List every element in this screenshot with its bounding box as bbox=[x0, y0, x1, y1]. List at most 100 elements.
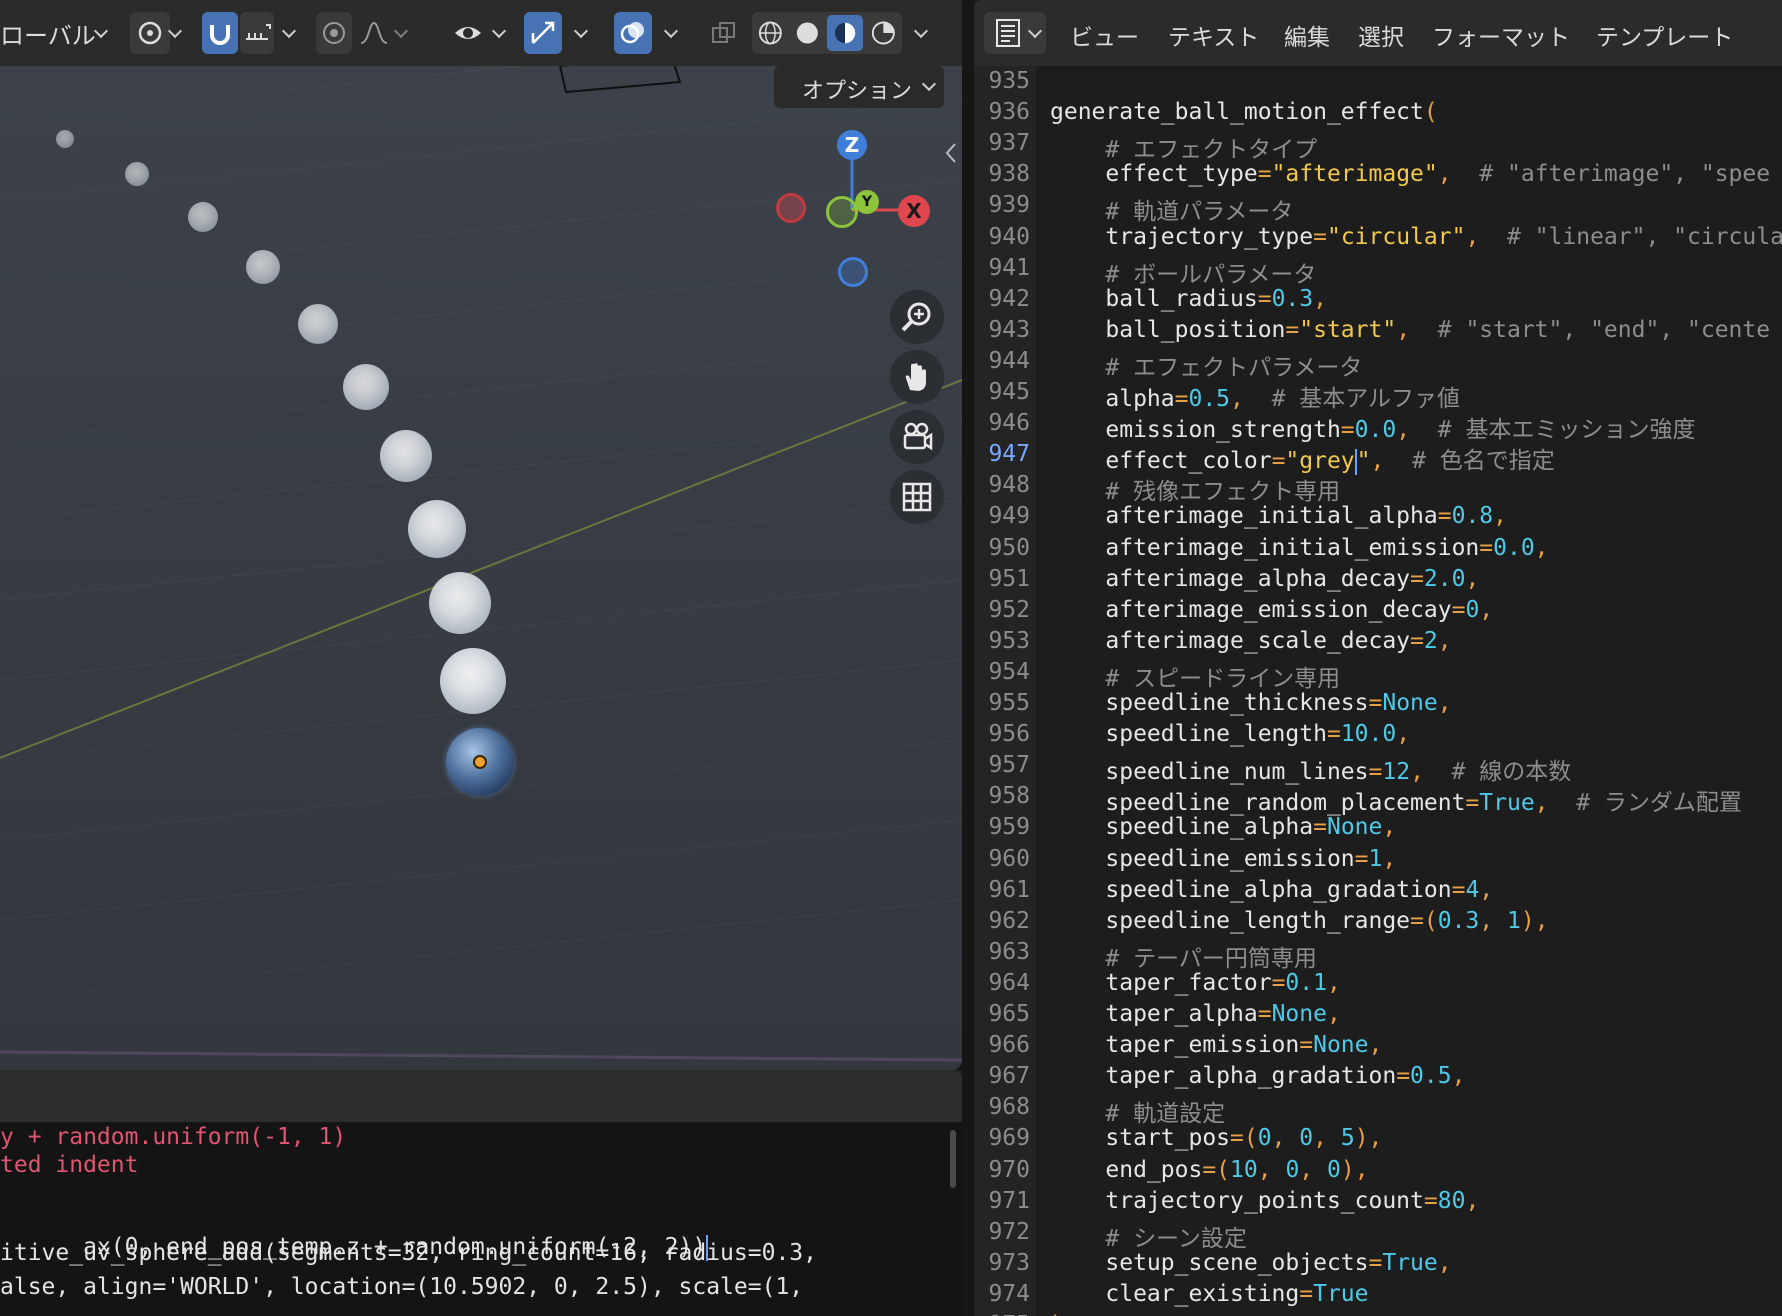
code-token: trajectory_points_count bbox=[1050, 1187, 1424, 1214]
code-line[interactable]: ) bbox=[1050, 1312, 1064, 1316]
code-line[interactable]: generate_ball_motion_effect( bbox=[1050, 99, 1438, 125]
code-token: # "start", "end", "cente bbox=[1410, 316, 1771, 343]
code-line[interactable]: # シーン設定 bbox=[1050, 1219, 1247, 1253]
code-line[interactable]: trajectory_type="circular", # "linear", … bbox=[1050, 224, 1782, 250]
code-line[interactable]: taper_emission=None, bbox=[1050, 1032, 1382, 1058]
gizmo-negative-x[interactable] bbox=[776, 193, 806, 223]
menu-item[interactable]: テキスト bbox=[1168, 18, 1259, 52]
pan-button[interactable] bbox=[890, 350, 944, 404]
code-line[interactable]: speedline_num_lines=12, # 線の本数 bbox=[1050, 752, 1571, 786]
code-line[interactable]: trajectory_points_count=80, bbox=[1050, 1188, 1479, 1214]
afterimage-ball[interactable] bbox=[343, 364, 389, 410]
code-line[interactable]: afterimage_scale_decay=2, bbox=[1050, 627, 1451, 654]
gizmo-negative-z[interactable] bbox=[838, 257, 868, 287]
code-line[interactable]: speedline_thickness=None, bbox=[1050, 690, 1452, 716]
code-token: ), bbox=[1354, 1125, 1383, 1152]
menu-item[interactable]: テンプレート bbox=[1596, 18, 1733, 52]
code-line[interactable]: speedline_length_range=(0.3, 1), bbox=[1050, 907, 1549, 934]
camera-view-button[interactable] bbox=[890, 410, 944, 464]
menu-item[interactable]: 選択 bbox=[1358, 18, 1404, 52]
code-token: ), bbox=[1520, 907, 1549, 934]
zoom-button[interactable] bbox=[890, 290, 944, 344]
ground-edge-line bbox=[0, 1050, 962, 1062]
code-token: "afterimage" bbox=[1271, 161, 1438, 188]
code-line[interactable]: setup_scene_objects=True, bbox=[1050, 1250, 1451, 1276]
code-line[interactable]: effect_color="grey", # 色名で指定 bbox=[1050, 441, 1555, 475]
gizmo-y-axis[interactable]: Y bbox=[855, 190, 879, 214]
code-line[interactable]: speedline_length=10.0, bbox=[1050, 721, 1410, 747]
code-token: 0.5 bbox=[1410, 1063, 1452, 1090]
menu-item[interactable]: 編集 bbox=[1284, 18, 1330, 52]
code-token: = bbox=[1479, 534, 1494, 561]
code-line[interactable]: speedline_alpha_gradation=4, bbox=[1050, 877, 1493, 903]
code-line[interactable]: afterimage_emission_decay=0, bbox=[1050, 597, 1493, 623]
code-line[interactable]: speedline_random_placement=True, # ランダム配… bbox=[1050, 783, 1742, 817]
code-token: generate_ball_motion_effect bbox=[1050, 99, 1424, 126]
code-line[interactable]: start_pos=(0, 0, 5), bbox=[1050, 1125, 1382, 1151]
gizmo-z-axis[interactable]: Z bbox=[837, 130, 867, 160]
console-output[interactable]: y + random.uniform(-1, 1) ted indent ax(… bbox=[0, 1122, 962, 1316]
code-line[interactable]: # テーパー円筒専用 bbox=[1050, 939, 1317, 973]
afterimage-ball[interactable] bbox=[298, 304, 338, 344]
code-token: afterimage_emission_decay bbox=[1050, 596, 1452, 623]
gizmo-negative-y[interactable] bbox=[826, 196, 858, 228]
code-line[interactable]: emission_strength=0.0, # 基本エミッション強度 bbox=[1050, 410, 1695, 444]
3d-viewport[interactable]: ローバル オプション Z Y X bbox=[0, 0, 962, 1070]
code-line[interactable]: # エフェクトパラメータ bbox=[1050, 348, 1362, 382]
code-token: = bbox=[1299, 1280, 1314, 1307]
code-line[interactable]: # スピードライン専用 bbox=[1050, 659, 1340, 693]
code-line[interactable]: # 軌道設定 bbox=[1050, 1094, 1225, 1128]
code-token: # テーパー円筒専用 bbox=[1050, 945, 1317, 972]
code-token: speedline_random_placement bbox=[1050, 790, 1466, 817]
ortho-toggle-button[interactable] bbox=[890, 470, 944, 524]
code-token: 0 bbox=[1285, 1156, 1300, 1183]
console-line: ted indent bbox=[0, 1152, 139, 1178]
code-token: , bbox=[1313, 1125, 1341, 1152]
code-token: = bbox=[1410, 627, 1424, 654]
code-line[interactable]: afterimage_initial_emission=0.0, bbox=[1050, 534, 1548, 561]
area-divider[interactable] bbox=[962, 0, 974, 1316]
code-token: taper_emission bbox=[1050, 1032, 1300, 1059]
code-line[interactable]: ball_radius=0.3, bbox=[1050, 286, 1327, 312]
console-scrollbar[interactable] bbox=[950, 1130, 956, 1188]
code-token: = bbox=[1257, 285, 1272, 312]
code-token: , bbox=[1313, 285, 1327, 312]
code-token: speedline_alpha_gradation bbox=[1050, 876, 1452, 903]
active-ball-object[interactable] bbox=[446, 728, 514, 796]
code-token: # ボールパラメータ bbox=[1050, 261, 1317, 288]
menu-item[interactable]: フォーマット bbox=[1432, 18, 1570, 52]
python-console[interactable]: y + random.uniform(-1, 1) ted indent ax(… bbox=[0, 1070, 962, 1316]
code-line[interactable]: # エフェクトタイプ bbox=[1050, 130, 1317, 164]
afterimage-ball[interactable] bbox=[440, 648, 506, 714]
menu-item[interactable]: ビュー bbox=[1070, 18, 1139, 52]
text-editor[interactable]: ビュー テキスト 編集 選択 フォーマット テンプレート 935 936 937 938 939 9… bbox=[974, 0, 1782, 1316]
afterimage-ball[interactable] bbox=[429, 572, 491, 634]
code-line[interactable]: # 残像エフェクト専用 bbox=[1050, 472, 1340, 506]
code-line[interactable]: taper_alpha_gradation=0.5, bbox=[1050, 1063, 1465, 1089]
code-line[interactable]: ball_position="start", # "start", "end",… bbox=[1050, 317, 1770, 343]
editor-type-button[interactable] bbox=[984, 12, 1046, 54]
code-line[interactable]: afterimage_alpha_decay=2.0, bbox=[1050, 566, 1479, 592]
code-token: 0 bbox=[1327, 1156, 1341, 1183]
navigation-gizmo-lines bbox=[850, 148, 910, 212]
afterimage-ball[interactable] bbox=[380, 430, 432, 482]
code-line[interactable]: end_pos=(10, 0, 0), bbox=[1050, 1156, 1368, 1183]
code-token: True bbox=[1479, 790, 1535, 817]
code-area[interactable]: generate_ball_motion_effect( # エフェクトタイプ … bbox=[974, 66, 1782, 1316]
gizmo-x-axis[interactable]: X bbox=[898, 195, 930, 227]
afterimage-ball[interactable] bbox=[408, 500, 466, 558]
code-line[interactable]: taper_factor=0.1, bbox=[1050, 970, 1340, 996]
code-line[interactable]: afterimage_initial_alpha=0.8, bbox=[1050, 503, 1507, 529]
code-line[interactable]: clear_existing=True bbox=[1050, 1280, 1368, 1307]
code-token: , bbox=[1437, 690, 1452, 716]
code-line[interactable]: taper_alpha=None, bbox=[1050, 1001, 1340, 1027]
code-line[interactable]: # ボールパラメータ bbox=[1050, 255, 1316, 289]
code-line[interactable]: alpha=0.5, # 基本アルファ値 bbox=[1050, 379, 1460, 413]
code-token: = bbox=[1313, 223, 1327, 250]
code-token: "grey bbox=[1285, 448, 1355, 475]
code-token: " bbox=[1356, 448, 1371, 475]
code-line[interactable]: # 軌道パラメータ bbox=[1050, 192, 1293, 226]
code-line[interactable]: speedline_emission=1, bbox=[1050, 846, 1396, 872]
code-line[interactable]: speedline_alpha=None, bbox=[1050, 814, 1396, 840]
code-line[interactable]: effect_type="afterimage", # "afterimage"… bbox=[1050, 161, 1770, 187]
